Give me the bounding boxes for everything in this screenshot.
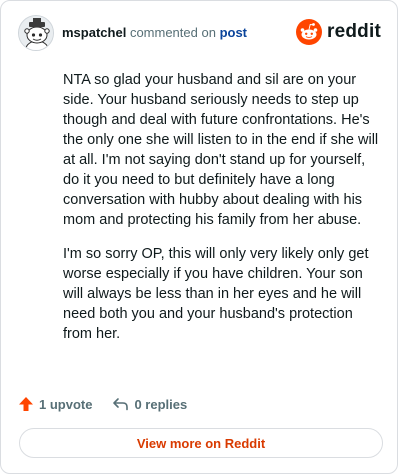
- view-more-button[interactable]: View more on Reddit: [19, 428, 383, 458]
- reddit-wordmark: reddit: [327, 21, 381, 42]
- comment-paragraph: NTA so glad your husband and sil are on …: [63, 72, 379, 228]
- byline-action: commented on: [129, 25, 216, 40]
- comment-paragraph: I'm so sorry OP, this will only very lik…: [63, 246, 369, 342]
- upvote-count: 1 upvote: [39, 396, 93, 412]
- upvote-arrow-icon: [19, 397, 33, 411]
- embed-card: mspatchel commented on post reddit NTA s…: [0, 0, 398, 474]
- reply-count: 0 replies: [134, 396, 188, 412]
- comment-body: NTA so glad your husband and sil are on …: [63, 70, 383, 358]
- reply-arrow-icon: [113, 398, 129, 411]
- reply-button[interactable]: 0 replies: [112, 396, 187, 412]
- card-header: mspatchel commented on post reddit: [18, 15, 381, 51]
- comment-actions: 1 upvote 0 replies: [18, 395, 187, 413]
- snoo-avatar-icon: [19, 16, 53, 50]
- upvote-button[interactable]: 1 upvote: [18, 396, 92, 412]
- reddit-logo[interactable]: reddit: [296, 19, 381, 45]
- byline: mspatchel commented on post: [62, 25, 247, 40]
- reddit-snoo-icon: [296, 19, 323, 45]
- user-avatar[interactable]: [18, 15, 54, 51]
- post-link[interactable]: post: [220, 25, 247, 40]
- username-link[interactable]: mspatchel: [62, 25, 126, 40]
